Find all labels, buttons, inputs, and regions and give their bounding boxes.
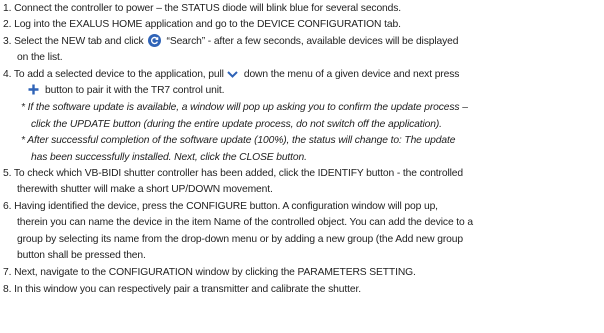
step-8: 8. In this window you can respectively p… xyxy=(3,284,361,295)
step-3-text-after: “Search” - after a few seconds, availabl… xyxy=(166,36,459,47)
instruction-page: 1. Connect the controller to power – the… xyxy=(0,0,604,333)
plus-icon xyxy=(28,84,39,101)
step-5: 5. To check which VB-BIDI shutter contro… xyxy=(3,168,464,179)
step-3-cont: on the list. xyxy=(17,52,63,63)
chevron-down-icon xyxy=(227,68,238,84)
refresh-search-icon xyxy=(147,34,161,47)
step-3: 3. Select the NEW tab and click “Search” … xyxy=(3,34,601,50)
step-6-cont-3: button shall be pressed then. xyxy=(17,250,146,261)
step-3-text-before: 3. Select the NEW tab and click xyxy=(3,36,144,47)
step-6-cont-1: therein you can name the device in the i… xyxy=(17,217,473,228)
step-6-cont-2: group by selecting its name from the dro… xyxy=(17,234,463,245)
note-update-1-cont: click the UPDATE button (during the enti… xyxy=(31,119,442,130)
step-2: 2. Log into the EXALUS HOME application … xyxy=(3,19,401,30)
step-5-cont: therewith shutter will make a short UP/D… xyxy=(17,184,273,195)
note-update-1: * If the software update is available, a… xyxy=(21,102,468,113)
step-7: 7. Next, navigate to the CONFIGURATION w… xyxy=(3,267,416,278)
step-4-text-after: down the menu of a given device and next… xyxy=(243,69,460,80)
step-6: 6. Having identified the device, press t… xyxy=(3,201,438,212)
note-update-2: * After successful completion of the sof… xyxy=(21,135,456,146)
step-1: 1. Connect the controller to power – the… xyxy=(3,3,402,14)
step-4-text-before: 4. To add a selected device to the appli… xyxy=(3,69,224,80)
step-4-cont: button to pair it with the TR7 control u… xyxy=(28,83,601,101)
note-update-2-cont: has been successfully installed. Next, c… xyxy=(31,152,307,163)
step-4-cont-text: button to pair it with the TR7 control u… xyxy=(45,85,225,96)
step-4: 4. To add a selected device to the appli… xyxy=(3,67,601,84)
